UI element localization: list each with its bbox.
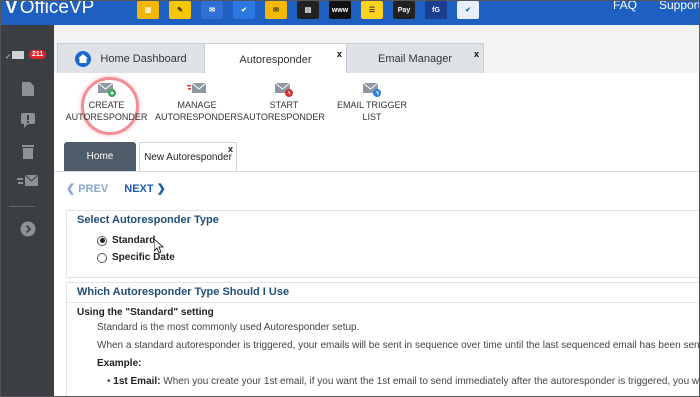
message-app-icon[interactable]: ✉ <box>265 1 287 19</box>
tab-strip: Home Dashboard Autoresponder x Email Man… <box>54 43 699 75</box>
button-label-line2: AUTORESPONDER <box>65 112 148 122</box>
button-label-line1: MANAGE <box>177 100 217 110</box>
button-label-line2: AUTORESPONDER <box>243 112 325 122</box>
media-app-icon[interactable]: ▤ <box>297 1 319 19</box>
task-app-icon[interactable]: ✔ <box>457 1 479 19</box>
tab-home-dashboard[interactable]: Home Dashboard <box>57 43 205 74</box>
info-line2: When a standard autoresponder is trigger… <box>97 340 700 351</box>
home-icon <box>75 50 92 67</box>
trigger-mail-icon <box>362 81 382 97</box>
tab-email-manager[interactable]: Email Manager x <box>346 43 484 74</box>
sidebar-expand[interactable] <box>1 221 54 237</box>
app-launcher: ▥ ✎ ✉ ✔ ✉ ▤ www ☰ Pay fG ✔ <box>137 1 479 21</box>
create-mail-icon <box>97 81 117 97</box>
bullet-first-email: • 1st Email: When you create your 1st em… <box>107 376 700 387</box>
manage-mail-icon <box>187 81 207 97</box>
tab-label: Autoresponder <box>239 53 312 66</box>
next-button[interactable]: NEXT ❯ <box>124 182 166 195</box>
sidebar-mail[interactable]: ✓ <box>1 50 54 60</box>
specific-date-radio[interactable] <box>97 252 107 263</box>
info-subtitle: Using the "Standard" setting <box>77 307 214 318</box>
svg-text:✓: ✓ <box>5 52 12 60</box>
manage-autoresponders-button[interactable]: MANAGE AUTORESPONDERS <box>155 81 243 123</box>
sub-tab-strip: Home New Autoresponder x <box>54 141 699 171</box>
notes-app-icon[interactable]: ✎ <box>169 1 191 19</box>
option-label: Specific Date <box>112 252 175 263</box>
www-app-icon[interactable]: www <box>329 1 351 19</box>
app-logo[interactable]: V OfficeVP <box>5 1 94 19</box>
mail-count-badge: 211 <box>29 50 47 59</box>
sidebar-documents[interactable] <box>1 81 54 97</box>
mail-app-icon[interactable]: ✉ <box>201 1 223 19</box>
start-autoresponder-button[interactable]: START AUTORESPONDER <box>242 81 326 123</box>
create-autoresponder-button[interactable]: CREATE AUTORESPONDER <box>64 81 149 123</box>
app-window: V OfficeVP ▥ ✎ ✉ ✔ ✉ ▤ www ☰ Pay fG ✔ FAQ… <box>0 0 700 397</box>
sidebar-divider <box>9 206 35 207</box>
close-subtab-icon[interactable]: x <box>228 144 233 154</box>
subtab-label: New Autoresponder <box>144 151 232 163</box>
button-label-line1: CREATE <box>88 100 125 110</box>
content-area: ❮ PREV NEXT ❯ Select Autoresponder Type … <box>54 171 700 396</box>
top-bar: V OfficeVP ▥ ✎ ✉ ✔ ✉ ▤ www ☰ Pay fG ✔ FAQ… <box>1 1 699 25</box>
tab-autoresponder[interactable]: Autoresponder x <box>204 43 347 75</box>
alert-icon <box>20 113 35 128</box>
document-app-icon[interactable]: ☰ <box>361 1 383 19</box>
wizard-nav: ❮ PREV NEXT ❯ <box>66 182 166 195</box>
toolbar: CREATE AUTORESPONDER MANAGE AUTORESPONDE… <box>54 73 699 141</box>
support-link[interactable]: Support <box>659 1 699 12</box>
faq-link[interactable]: FAQ <box>613 1 637 12</box>
option-label: Standard <box>112 235 156 246</box>
start-mail-icon <box>274 81 294 97</box>
mail-icon: ✓ <box>5 51 24 60</box>
sidebar-alerts[interactable] <box>1 112 54 128</box>
info-line1: Standard is the most commonly used Autor… <box>97 322 360 333</box>
send-mail-icon <box>16 174 38 186</box>
close-tab-icon[interactable]: x <box>337 49 342 59</box>
social-app-icon[interactable]: fG <box>425 1 447 19</box>
sidebar: ✓ 211 <box>1 25 54 396</box>
check-app-icon[interactable]: ✔ <box>233 1 255 19</box>
select-type-title: Select Autoresponder Type <box>77 214 219 226</box>
close-tab-icon[interactable]: x <box>474 49 479 59</box>
tab-label: Home Dashboard <box>100 52 187 65</box>
button-label-line1: START <box>269 100 299 110</box>
button-label-line1: EMAIL TRIGGER <box>336 100 407 110</box>
info-panel-title: Which Autoresponder Type Should I Use <box>67 283 699 303</box>
calendar-app-icon[interactable]: ▥ <box>137 1 159 19</box>
main-area: Home Dashboard Autoresponder x Email Man… <box>54 25 700 396</box>
button-label-line2: AUTORESPONDERS <box>155 112 243 122</box>
sidebar-send[interactable] <box>1 174 54 188</box>
subtab-home[interactable]: Home <box>64 142 136 171</box>
tab-label: Email Manager <box>378 52 452 65</box>
document-icon <box>21 82 34 96</box>
button-label-line2: LIST <box>362 112 382 122</box>
info-panel: Which Autoresponder Type Should I Use Us… <box>66 282 700 396</box>
example-label: Example: <box>97 358 142 369</box>
mouse-cursor-icon <box>154 239 164 254</box>
trash-icon <box>21 145 34 159</box>
chevron-right-circle-icon <box>20 221 35 237</box>
standard-radio[interactable] <box>97 235 107 246</box>
sidebar-trash[interactable] <box>1 143 54 159</box>
prev-button[interactable]: ❮ PREV <box>66 182 108 195</box>
top-links: FAQ Support <box>613 1 699 12</box>
propay-app-icon[interactable]: Pay <box>393 1 415 19</box>
subtab-new-autoresponder[interactable]: New Autoresponder x <box>139 142 237 171</box>
email-trigger-list-button[interactable]: EMAIL TRIGGER LIST <box>332 81 412 123</box>
